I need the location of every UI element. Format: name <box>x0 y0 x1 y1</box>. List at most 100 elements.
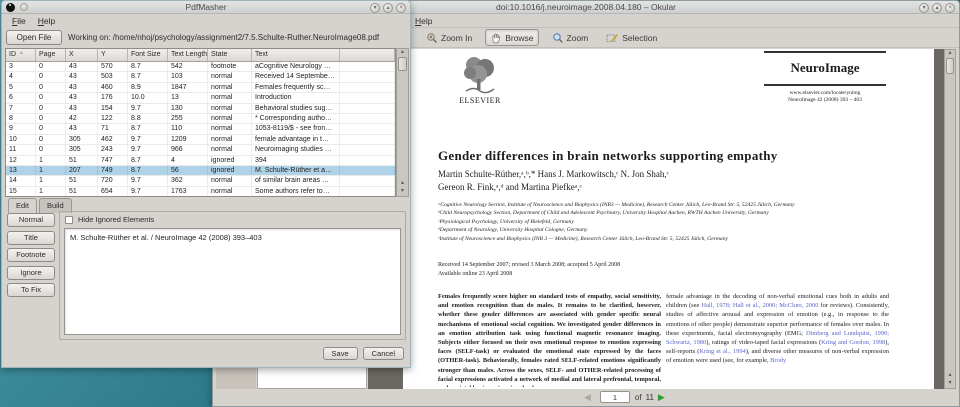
column-header-text[interactable]: Text <box>252 49 340 61</box>
column-header-state[interactable]: State <box>208 49 252 61</box>
tab-edit[interactable]: Edit <box>8 198 37 213</box>
maximize-icon[interactable]: ▴ <box>932 3 942 13</box>
ignore-button[interactable]: Ignore <box>7 266 55 280</box>
footnote-button[interactable]: Footnote <box>7 248 55 262</box>
table-cell: 43 <box>66 93 98 102</box>
table-cell: Females frequently sc… <box>252 83 340 92</box>
close-icon[interactable]: × <box>396 3 406 13</box>
body-text: ), ratings of video-taped facial express… <box>706 339 821 346</box>
table-row[interactable]: 40435038.7103normalReceived 14 Septembe… <box>6 72 395 82</box>
maximize-icon[interactable]: ▴ <box>383 3 393 13</box>
table-cell: 966 <box>168 145 208 154</box>
table-cell: 122 <box>98 114 128 123</box>
column-header-font-size[interactable]: Font Size <box>128 49 168 61</box>
journal-issue: NeuroImage 42 (2008) 393 – 403 <box>764 97 886 104</box>
table-cell: 8.7 <box>128 72 168 81</box>
table-cell: 1763 <box>168 187 208 196</box>
table-cell: 462 <box>98 135 128 144</box>
table-cell: 0 <box>36 124 66 133</box>
table-row[interactable]: 80421228.8255normal* Corresponding autho… <box>6 114 395 124</box>
citation-link[interactable]: Kring and Gordon, 1998 <box>821 339 885 346</box>
table-cell: 110 <box>168 124 208 133</box>
table-row[interactable]: 151516549.71763normalSome authors refer … <box>6 187 395 197</box>
browse-tool-button[interactable]: Browse <box>485 29 538 46</box>
table-row[interactable]: 1312077498.756ignoredM. Schulte-Rüther e… <box>6 166 395 176</box>
pdfmasher-menubar: File Help <box>2 14 410 27</box>
citation-link[interactable]: Hall, 1978; Hall et al., 2000; McClure, … <box>701 302 818 309</box>
table-cell: 15 <box>6 187 36 196</box>
table-cell: 654 <box>98 187 128 196</box>
edit-panel: Hide Ignored Elements M. Schulte-Rüther … <box>59 211 406 340</box>
zoom-tool-button[interactable]: Zoom <box>547 29 594 46</box>
title-button[interactable]: Title <box>7 231 55 245</box>
table-cell: 7 <box>6 104 36 113</box>
minimize-icon[interactable]: ▾ <box>919 3 929 13</box>
table-cell <box>340 187 395 196</box>
column-header-id[interactable]: ID^ <box>6 49 36 61</box>
table-cell: 11 <box>6 145 36 154</box>
table-row[interactable]: 1003054629.71209normalfemale advantage i… <box>6 135 395 145</box>
menu-file[interactable]: File <box>6 16 32 26</box>
minimize-icon[interactable]: ▾ <box>370 3 380 13</box>
table-cell: 8.7 <box>128 156 168 165</box>
table-row[interactable]: 50434608.91847normalFemales frequently s… <box>6 83 395 93</box>
column-header-text-length[interactable]: Text Length <box>168 49 208 61</box>
table-cell: * Corresponding autho… <box>252 114 340 123</box>
normal-button[interactable]: Normal <box>7 213 55 227</box>
scroll-up-icon[interactable]: ▴ <box>945 50 955 58</box>
rule <box>764 51 886 53</box>
cancel-button[interactable]: Cancel <box>363 347 404 360</box>
close-icon[interactable]: × <box>945 3 955 13</box>
table-row[interactable]: 121517478.74ignored394 <box>6 156 395 166</box>
hide-ignored-checkbox[interactable] <box>65 216 73 224</box>
pdfmasher-titlebar[interactable]: PdfMasher ▾ ▴ × <box>2 1 410 14</box>
paper-title: Gender differences in brain networks sup… <box>438 148 908 164</box>
scrollbar-thumb[interactable] <box>398 57 407 71</box>
tool-label: Zoom <box>567 33 589 43</box>
open-file-button[interactable]: Open File <box>6 30 62 45</box>
next-page-icon[interactable]: ▶ <box>658 392 665 403</box>
element-preview-textarea[interactable]: M. Schulte-Rüther et al. / NeuroImage 42… <box>64 228 401 335</box>
scrollbar-track[interactable] <box>397 71 408 180</box>
citation-link[interactable]: Brody <box>770 357 786 364</box>
table-cell <box>340 156 395 165</box>
to-fix-button[interactable]: To Fix <box>7 283 55 297</box>
table-cell: normal <box>208 187 252 196</box>
menu-help[interactable]: Help <box>32 16 61 26</box>
scroll-up-icon[interactable]: ▴ <box>397 49 408 57</box>
table-vertical-scrollbar[interactable]: ▴ ▴ ▾ <box>396 48 409 197</box>
previous-page-icon[interactable]: ◀ <box>584 392 591 403</box>
table-row[interactable]: 604317610.013normalIntroduction <box>6 93 395 103</box>
column-header-page[interactable]: Page <box>36 49 66 61</box>
table-row[interactable]: 30435708.7542footnoteaCognitive Neurolog… <box>6 62 395 72</box>
affiliation-line: ᵇChild Neuropsychology Section, Departme… <box>438 209 908 217</box>
table-cell: aCognitive Neurology … <box>252 62 340 71</box>
table-row[interactable]: 141517209.7362normalof similar brain are… <box>6 176 395 186</box>
document-viewer[interactable]: ELSEVIER NeuroImage www.elsevier.com/loc… <box>368 49 944 389</box>
scroll-up-icon[interactable]: ▴ <box>397 180 408 188</box>
table-row[interactable]: 70431549.7130normalBehavioral studies su… <box>6 104 395 114</box>
scroll-down-icon[interactable]: ▾ <box>945 380 955 388</box>
table-cell <box>340 166 395 175</box>
journal-url[interactable]: www.elsevier.com/locate/ynimg <box>764 90 886 97</box>
hide-ignored-row: Hide Ignored Elements <box>65 215 154 224</box>
scroll-down-icon[interactable]: ▾ <box>397 188 408 196</box>
table-row[interactable]: 1103052439.7966normalNeuroimaging studie… <box>6 145 395 155</box>
pdfmasher-toolbar: Open File Working on: /home/nhoj/psychol… <box>2 27 410 48</box>
scrollbar-track[interactable] <box>945 74 955 372</box>
column-header-y[interactable]: Y <box>98 49 128 61</box>
selection-tool-button[interactable]: Selection <box>601 29 662 46</box>
authors-line: Martin Schulte-Rüther,ᵃ,ᵇ,* Hans J. Mark… <box>438 168 669 181</box>
menu-help[interactable]: Help <box>410 16 437 26</box>
citation-link[interactable]: Kring et al., 1994 <box>699 348 745 355</box>
table-cell: 1209 <box>168 135 208 144</box>
scroll-up-icon[interactable]: ▴ <box>945 372 955 380</box>
table-cell: 3 <box>6 62 36 71</box>
column-header-x[interactable]: X <box>66 49 98 61</box>
save-button[interactable]: Save <box>323 347 358 360</box>
table-row[interactable]: 9043718.7110normal1053-8119/$ - see fron… <box>6 124 395 134</box>
scrollbar-thumb[interactable] <box>946 58 954 74</box>
zoom-in-button[interactable]: Zoom In <box>421 29 477 46</box>
page-number-input[interactable]: 1 <box>600 391 630 403</box>
okular-vertical-scrollbar[interactable]: ▴ ▴ ▾ <box>944 49 956 389</box>
